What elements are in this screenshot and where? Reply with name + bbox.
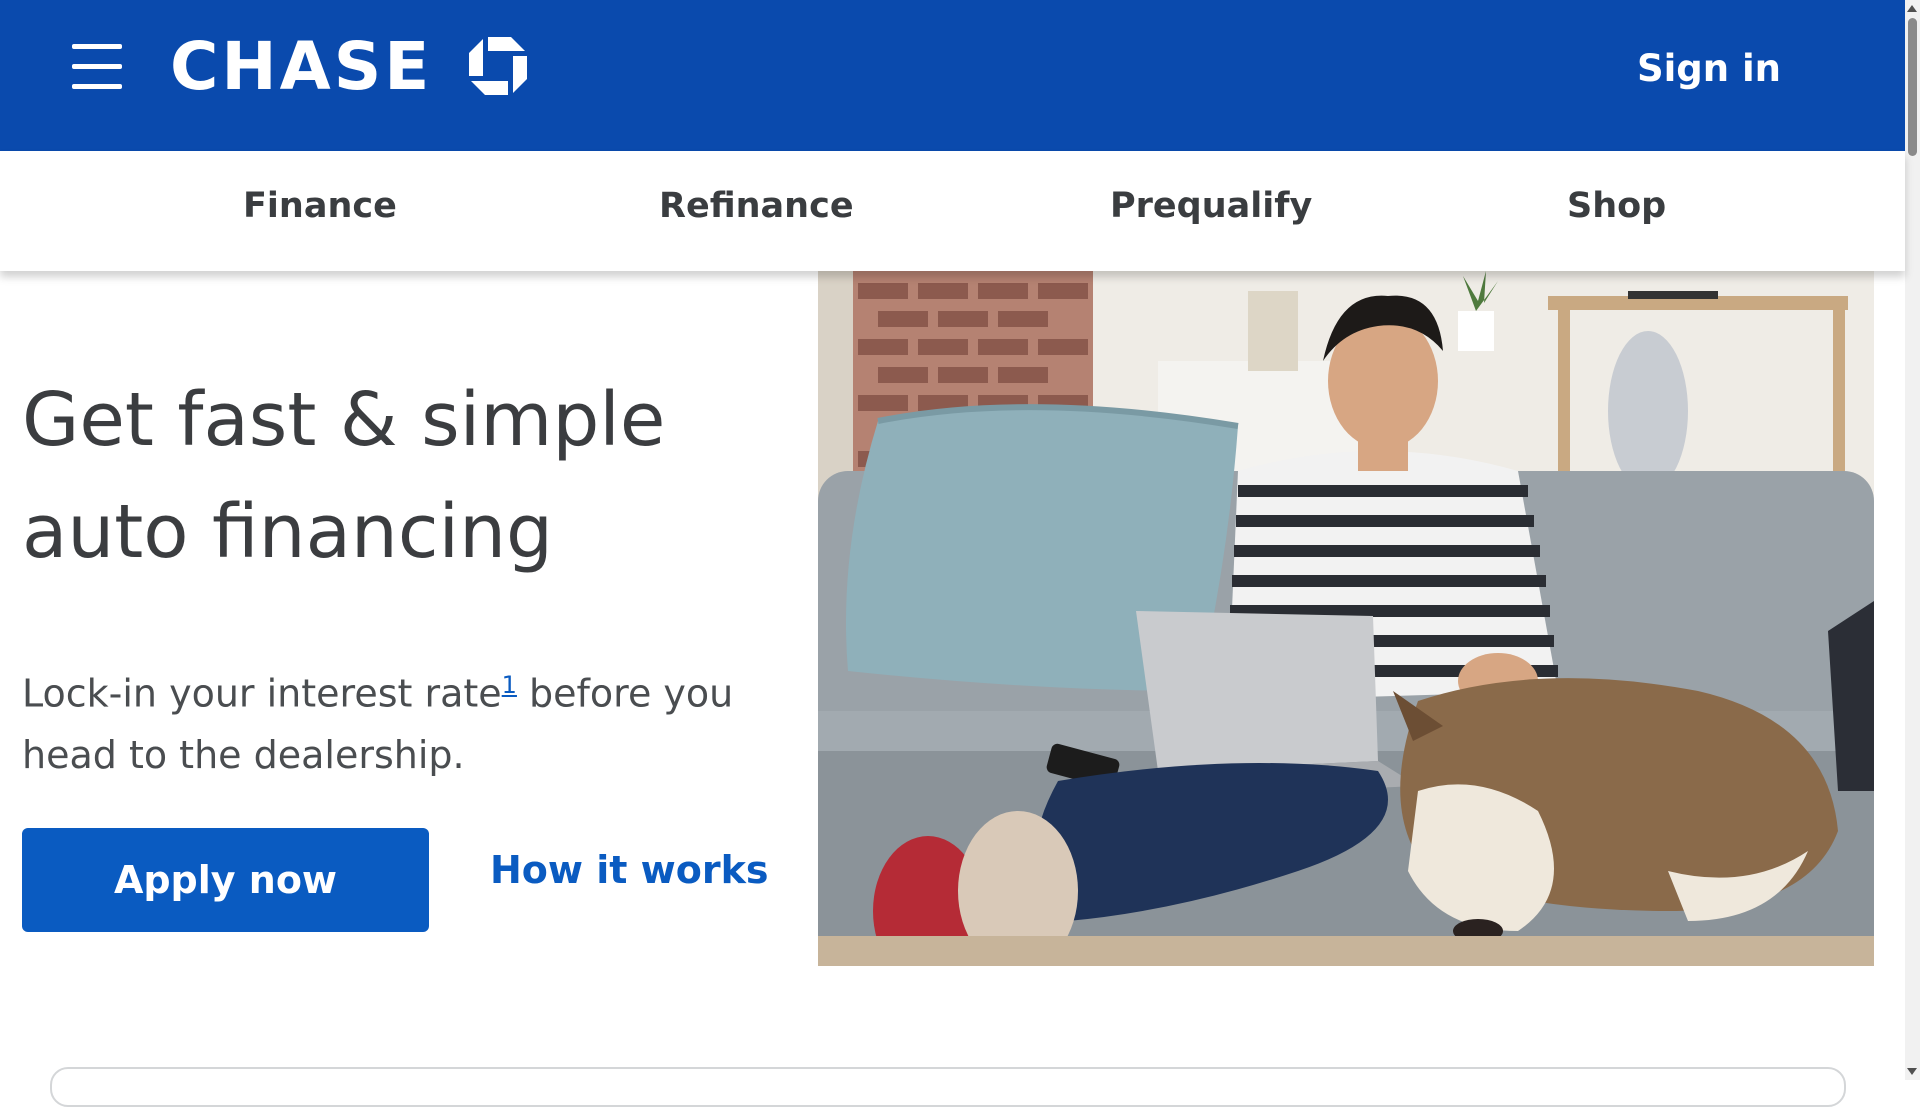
top-header: CHASE Sign in xyxy=(0,0,1905,151)
sign-in-button[interactable]: Sign in xyxy=(1637,44,1781,94)
subnav-refinance[interactable]: Refinance xyxy=(659,186,854,226)
subnav-shop[interactable]: Shop xyxy=(1567,186,1666,226)
hero-title-line1: Get fast & simple xyxy=(22,377,666,463)
hero-title: Get fast & simple auto financing xyxy=(22,364,802,588)
hero-subtitle: Lock-in your interest rate1 before you h… xyxy=(22,653,802,786)
apply-now-button[interactable]: Apply now xyxy=(22,828,429,932)
subnav-prequalify[interactable]: Prequalify xyxy=(1110,186,1312,226)
hero-title-line2: auto financing xyxy=(22,489,553,575)
hamburger-menu-icon[interactable] xyxy=(64,38,128,94)
brand-wordmark: CHASE xyxy=(170,27,433,105)
scrollbar[interactable] xyxy=(1905,0,1920,1080)
how-it-works-link[interactable]: How it works xyxy=(490,848,769,892)
chase-octagon-icon xyxy=(466,34,530,98)
scroll-down-arrow-icon[interactable] xyxy=(1907,1068,1917,1075)
footnote-link[interactable]: 1 xyxy=(502,671,517,699)
hero-image xyxy=(818,271,1874,966)
scroll-thumb[interactable] xyxy=(1908,18,1917,156)
scroll-up-arrow-icon[interactable] xyxy=(1907,5,1917,12)
content-card xyxy=(50,1067,1846,1107)
hero-subtitle-part1: Lock-in your interest rate xyxy=(22,671,502,716)
subnav-finance[interactable]: Finance xyxy=(243,186,397,226)
chase-logo[interactable]: CHASE xyxy=(170,27,530,105)
auto-subnav: Finance Refinance Prequalify Shop xyxy=(0,151,1905,271)
